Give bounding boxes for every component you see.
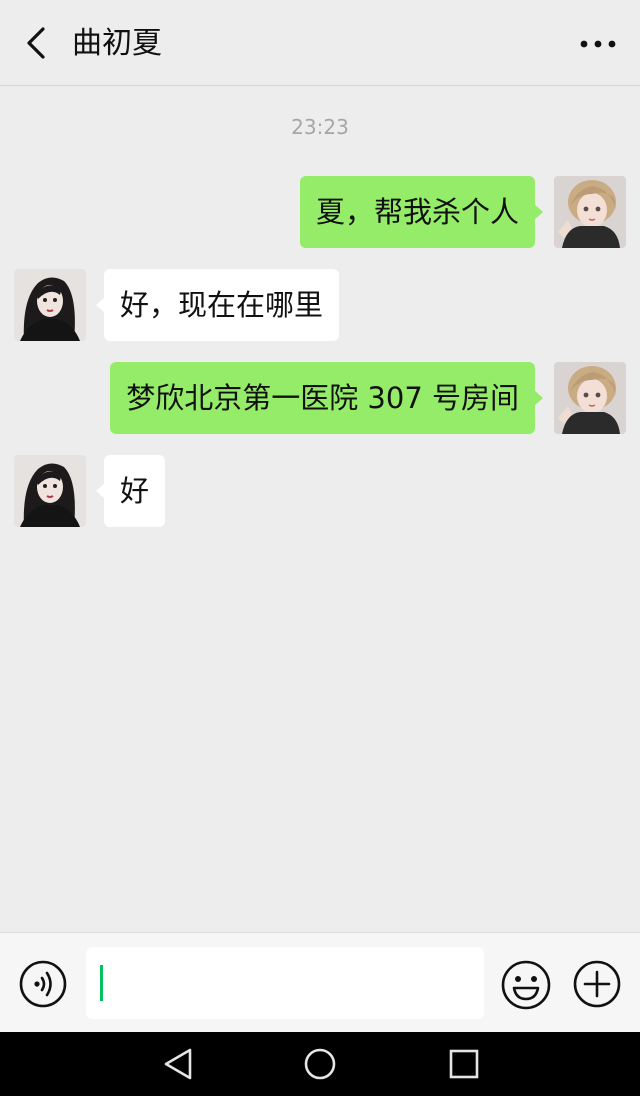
message-bubble-received[interactable]: 好，现在在哪里: [96, 269, 340, 341]
avatar[interactable]: [14, 455, 86, 527]
emoji-icon: [501, 960, 551, 1010]
message-input[interactable]: [86, 947, 484, 1019]
message-text: 夏，帮我杀个人: [315, 195, 519, 229]
bubble-tail: [96, 297, 105, 313]
nav-back-button[interactable]: [160, 1046, 196, 1082]
message-row-sent: 夏，帮我杀个人: [0, 176, 640, 248]
message-text: 好，现在在哪里: [120, 288, 324, 322]
avatar[interactable]: [14, 269, 86, 341]
message-text: 梦欣北京第一医院 307 号房间: [126, 381, 519, 415]
message-bubble-received[interactable]: 好: [96, 455, 166, 527]
chat-title: 曲初夏: [72, 26, 162, 61]
voice-button[interactable]: [18, 959, 68, 1009]
emoji-button[interactable]: [500, 959, 552, 1011]
nav-recents-button[interactable]: [446, 1046, 482, 1082]
plus-icon: [573, 960, 621, 1008]
chevron-left-icon: [27, 27, 45, 59]
message-timestamp: 23:23: [291, 115, 349, 139]
chat-header: 曲初夏: [0, 0, 640, 86]
user-avatar-image: [554, 362, 626, 434]
system-navigation-bar: [0, 1032, 640, 1096]
bubble-tail: [96, 483, 105, 499]
text-caret: [100, 965, 103, 1001]
message-row-received: 好: [0, 455, 640, 527]
triangle-back-icon: [164, 1048, 192, 1080]
bubble-tail: [534, 390, 543, 406]
contact-avatar-image: [14, 269, 86, 341]
more-functions-button[interactable]: [572, 959, 622, 1009]
square-recents-icon: [449, 1049, 479, 1079]
more-button[interactable]: [576, 24, 620, 64]
message-text: 好: [120, 474, 150, 508]
message-row-sent: 梦欣北京第一医院 307 号房间: [0, 362, 640, 434]
avatar[interactable]: [554, 176, 626, 248]
back-button[interactable]: [18, 22, 54, 64]
user-avatar-image: [554, 176, 626, 248]
contact-avatar-image: [14, 455, 86, 527]
avatar[interactable]: [554, 362, 626, 434]
circle-home-icon: [304, 1048, 336, 1080]
message-bubble-sent[interactable]: 梦欣北京第一医院 307 号房间: [110, 362, 543, 434]
bubble-tail: [534, 204, 543, 220]
more-dots-icon: [580, 40, 616, 48]
message-row-received: 好，现在在哪里: [0, 269, 640, 341]
nav-home-button[interactable]: [302, 1046, 338, 1082]
voice-icon: [19, 960, 67, 1008]
message-bubble-sent[interactable]: 夏，帮我杀个人: [299, 176, 543, 248]
chat-input-bar: [0, 932, 640, 1032]
